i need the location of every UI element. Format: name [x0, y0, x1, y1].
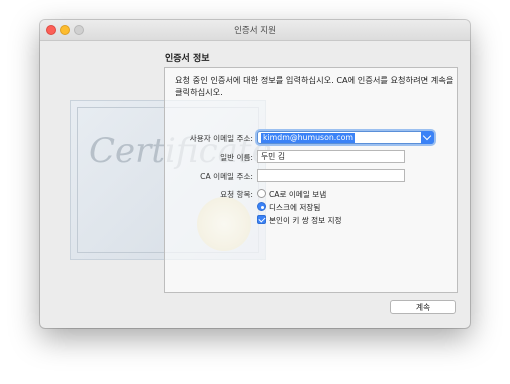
email-dropdown-button[interactable] [421, 131, 434, 144]
title-bar: 인증서 지원 [40, 20, 470, 41]
section-title: 인증서 정보 [165, 54, 210, 64]
email-label: 사용자 이메일 주소: [189, 134, 253, 143]
specify-key-pair-checkbox[interactable] [257, 215, 266, 224]
ca-email-label: CA 이메일 주소: [200, 172, 253, 181]
common-name-field[interactable]: 두민 김 [257, 150, 405, 163]
form-panel: 요청 중인 인증서에 대한 정보를 입력하십시오. CA에 인증서를 요청하려면… [164, 67, 458, 293]
save-to-disk-label: 디스크에 저장됨 [269, 203, 321, 212]
email-combobox[interactable]: kimdm@humuson.com [257, 131, 434, 144]
window-title: 인증서 지원 [234, 26, 276, 36]
request-label: 요청 항목: [220, 190, 253, 199]
save-to-disk-radio[interactable] [257, 202, 266, 211]
email-value: kimdm@humuson.com [261, 133, 355, 143]
certificate-assistant-window: 인증서 지원 Certificate 인증서 정보 요청 중인 인증서에 대한 … [40, 20, 470, 328]
chevron-down-icon [422, 131, 432, 141]
description-text: 요청 중인 인증서에 대한 정보를 입력하십시오. CA에 인증서를 요청하려면… [175, 75, 454, 97]
email-to-ca-radio[interactable] [257, 189, 266, 198]
ca-email-field[interactable] [257, 169, 405, 182]
specify-key-pair-label: 본인이 키 쌍 정보 지정 [269, 216, 342, 225]
common-name-label: 일반 이름: [220, 153, 253, 162]
email-to-ca-label: CA로 이메일 보냄 [269, 190, 327, 199]
continue-button[interactable]: 계속 [390, 300, 456, 314]
